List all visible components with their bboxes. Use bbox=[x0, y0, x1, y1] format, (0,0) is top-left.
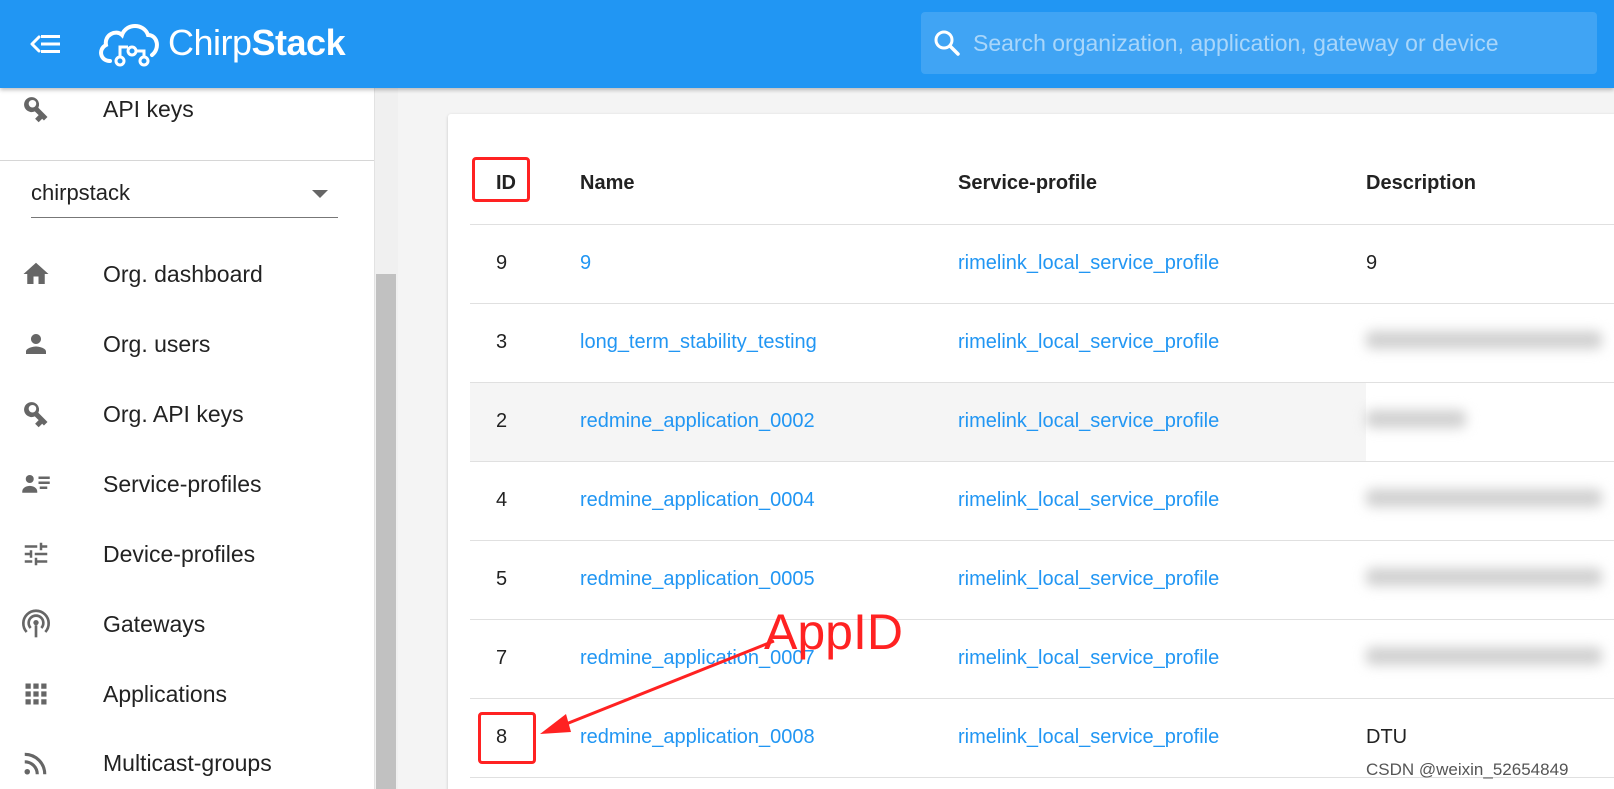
annotation-box-id-header bbox=[472, 157, 530, 202]
service-profile-link[interactable]: rimelink_local_service_profile bbox=[958, 410, 1219, 432]
search-icon bbox=[921, 29, 973, 57]
sidebar-item-label: Gateways bbox=[103, 610, 206, 637]
annotation-label: AppID bbox=[764, 604, 903, 660]
sidebar-item-service-profiles[interactable]: Service-profiles bbox=[0, 455, 374, 513]
sidebar-item-api-keys[interactable]: API keys bbox=[0, 88, 374, 138]
sidebar-item-label: Device-profiles bbox=[103, 540, 256, 567]
cloud-logo-icon bbox=[99, 24, 159, 67]
table-row[interactable]: 7 redmine_application_0007 rimelink_loca… bbox=[470, 619, 1614, 699]
home-icon bbox=[20, 258, 52, 290]
column-header-service-profile: Service-profile bbox=[958, 144, 1366, 225]
service-profile-link[interactable]: rimelink_local_service_profile bbox=[958, 489, 1219, 511]
application-name-link[interactable]: redmine_application_0005 bbox=[580, 568, 815, 590]
column-header-name: Name bbox=[580, 144, 958, 225]
table-row[interactable]: 5 redmine_application_0005 rimelink_loca… bbox=[470, 540, 1614, 620]
app-bar: ChirpStack bbox=[0, 0, 1614, 88]
application-name-link[interactable]: redmine_application_0008 bbox=[580, 726, 815, 748]
cell-id: 3 bbox=[470, 303, 580, 383]
search-input[interactable] bbox=[973, 29, 1573, 57]
redacted-text bbox=[1366, 646, 1602, 665]
table-row[interactable]: 2 redmine_application_0002 rimelink_loca… bbox=[470, 382, 1614, 462]
sidebar-item-org-users[interactable]: Org. users bbox=[0, 315, 374, 373]
cell-description-blurred bbox=[1366, 382, 1614, 462]
redacted-text bbox=[1366, 488, 1602, 507]
redacted-text bbox=[1366, 409, 1466, 428]
sidebar-item-org-api-keys[interactable]: Org. API keys bbox=[0, 385, 374, 443]
cell-id: 4 bbox=[470, 461, 580, 541]
apps-grid-icon bbox=[20, 678, 52, 710]
cell-description-blurred bbox=[1366, 461, 1614, 541]
key-icon bbox=[20, 398, 52, 430]
antenna-icon bbox=[20, 608, 52, 640]
sidebar-item-label: Org. API keys bbox=[103, 400, 244, 427]
logo-text-bold: Stack bbox=[251, 22, 346, 63]
table-row[interactable]: 9 9 rimelink_local_service_profile 9 bbox=[470, 224, 1614, 304]
application-name-link[interactable]: redmine_application_0004 bbox=[580, 489, 815, 511]
sidebar-item-org-dashboard[interactable]: Org. dashboard bbox=[0, 245, 374, 303]
key-icon bbox=[20, 93, 52, 125]
cell-description-blurred bbox=[1366, 619, 1614, 699]
dropdown-caret-icon bbox=[312, 190, 328, 198]
sidebar-divider bbox=[0, 160, 374, 161]
cell-id: 2 bbox=[470, 382, 580, 462]
person-icon bbox=[20, 328, 52, 360]
redacted-text bbox=[1366, 567, 1602, 586]
service-profile-link[interactable]: rimelink_local_service_profile bbox=[958, 331, 1219, 353]
cell-description-blurred bbox=[1366, 540, 1614, 620]
table-header-row: ID Name Service-profile Description bbox=[470, 144, 1614, 225]
watermark: CSDN @weixin_52654849 bbox=[1366, 760, 1569, 779]
application-name-link[interactable]: redmine_application_0002 bbox=[580, 410, 815, 432]
sidebar-item-label: Org. dashboard bbox=[103, 260, 263, 287]
table-row[interactable]: 3 long_term_stability_testing rimelink_l… bbox=[470, 303, 1614, 383]
search-bar[interactable] bbox=[921, 12, 1597, 74]
organization-select[interactable]: chirpstack bbox=[31, 168, 338, 218]
sidebar: API keys chirpstack Org. dashboard Org. … bbox=[0, 88, 374, 789]
service-profile-link[interactable]: rimelink_local_service_profile bbox=[958, 252, 1219, 274]
application-name-link[interactable]: 9 bbox=[580, 252, 591, 274]
redacted-text bbox=[1366, 330, 1602, 349]
service-profile-link[interactable]: rimelink_local_service_profile bbox=[958, 647, 1219, 669]
applications-table-card: ID Name Service-profile Description 9 9 … bbox=[448, 114, 1614, 789]
sidebar-item-label: Service-profiles bbox=[103, 470, 262, 497]
sidebar-item-label: Multicast-groups bbox=[103, 749, 272, 776]
cell-description-blurred bbox=[1366, 303, 1614, 383]
collapse-menu-button[interactable] bbox=[26, 24, 66, 64]
cell-id: 5 bbox=[470, 540, 580, 620]
sidebar-item-label: Applications bbox=[103, 680, 228, 707]
cell-id: 7 bbox=[470, 619, 580, 699]
service-profile-link[interactable]: rimelink_local_service_profile bbox=[958, 726, 1219, 748]
sidebar-item-label: Org. users bbox=[103, 330, 211, 357]
applications-table: ID Name Service-profile Description 9 9 … bbox=[470, 144, 1614, 778]
column-header-description: Description bbox=[1366, 144, 1614, 225]
menu-open-icon bbox=[30, 35, 60, 53]
account-details-icon bbox=[20, 468, 52, 500]
sidebar-item-gateways[interactable]: Gateways bbox=[0, 595, 374, 653]
service-profile-link[interactable]: rimelink_local_service_profile bbox=[958, 568, 1219, 590]
organization-select-value: chirpstack bbox=[31, 179, 131, 205]
cell-description: 9 bbox=[1366, 224, 1614, 304]
logo-text: ChirpStack bbox=[168, 22, 346, 63]
tune-icon bbox=[20, 538, 52, 570]
sidebar-item-applications[interactable]: Applications bbox=[0, 665, 374, 723]
sidebar-scrollbar-thumb[interactable] bbox=[376, 274, 396, 789]
sidebar-item-multicast-groups[interactable]: Multicast-groups bbox=[0, 734, 374, 789]
cell-id: 9 bbox=[470, 224, 580, 304]
rss-icon bbox=[20, 747, 52, 779]
chirpstack-logo[interactable]: ChirpStack bbox=[96, 12, 346, 74]
application-name-link[interactable]: long_term_stability_testing bbox=[580, 331, 817, 353]
sidebar-item-device-profiles[interactable]: Device-profiles bbox=[0, 525, 374, 583]
annotation-box-id-value bbox=[478, 712, 536, 764]
sidebar-item-label: API keys bbox=[103, 95, 194, 122]
table-row[interactable]: 4 redmine_application_0004 rimelink_loca… bbox=[470, 461, 1614, 541]
